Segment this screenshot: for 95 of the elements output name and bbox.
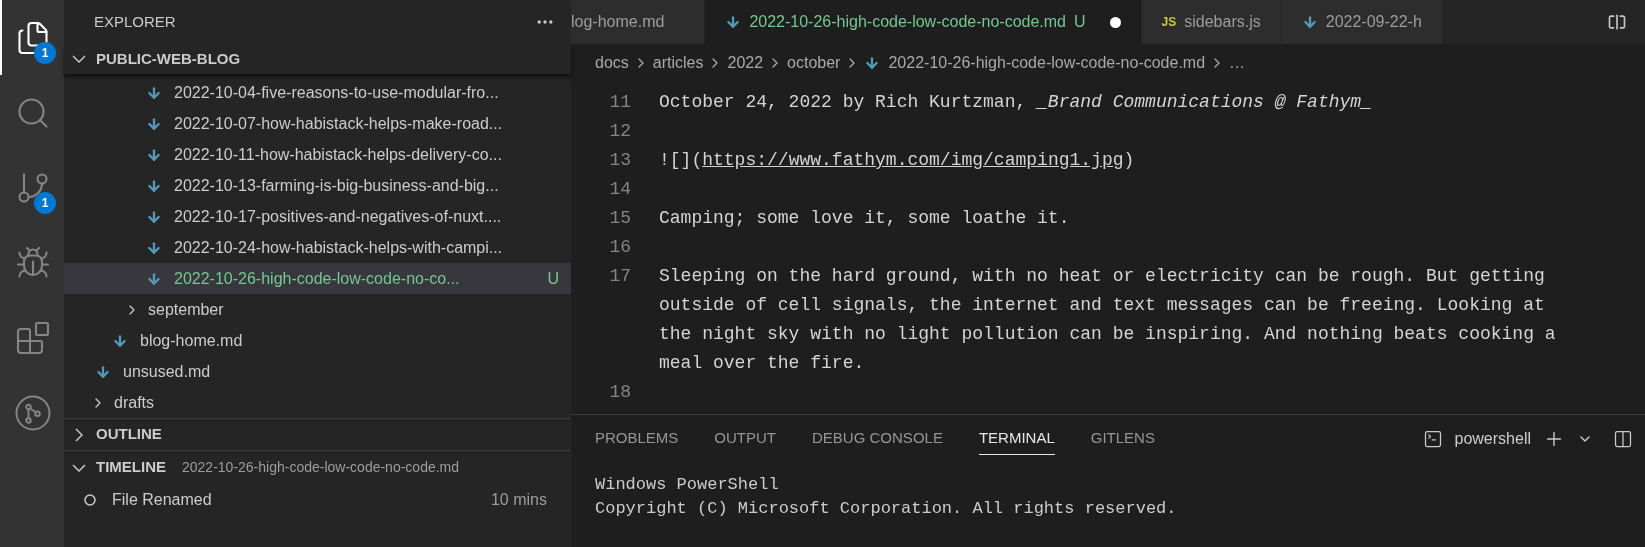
tab-label: sidebars.js bbox=[1184, 12, 1261, 32]
file-name: 2022-10-26-high-code-low-code-no-co... bbox=[174, 268, 460, 289]
timeline-entry[interactable]: File Renamed 10 mins bbox=[64, 484, 571, 516]
line-number: 17 bbox=[608, 265, 632, 288]
split-editor-icon[interactable] bbox=[1607, 12, 1627, 32]
line-number: 11 bbox=[608, 91, 632, 114]
file-row[interactable]: 2022-10-04-five-reasons-to-use-modular-fro... bbox=[64, 77, 571, 108]
panel-tab[interactable]: DEBUG CONSOLE bbox=[812, 423, 943, 455]
split-terminal-icon[interactable] bbox=[1613, 429, 1633, 449]
file-name: 2022-10-11-how-habistack-helps-delivery-co... bbox=[174, 144, 502, 165]
folder-row[interactable]: drafts bbox=[64, 387, 571, 418]
line-number: 15 bbox=[608, 207, 632, 230]
section-header[interactable]: PUBLIC-WEB-BLOG bbox=[64, 44, 571, 74]
file-name: unsused.md bbox=[123, 361, 211, 382]
terminal-line: Copyright (C) Microsoft Corporation. All rights reserved. bbox=[595, 498, 1178, 520]
timeline-label: File Renamed bbox=[112, 490, 212, 510]
timeline-file-name: 2022-10-26-high-code-low-code-no-code.md bbox=[182, 458, 460, 477]
panel-tab[interactable]: TERMINAL bbox=[978, 423, 1055, 455]
file-row[interactable]: 2022-10-24-how-habistack-helps-with-campi... bbox=[64, 232, 571, 263]
terminal-icon bbox=[1422, 429, 1443, 449]
file-row[interactable]: 2022-10-26-high-code-low-code-no-co... U bbox=[64, 263, 571, 294]
line-number: 18 bbox=[608, 381, 632, 404]
file-name: 2022-10-04-five-reasons-to-use-modular-fro... bbox=[174, 82, 499, 103]
file-row[interactable]: 2022-10-11-how-habistack-helps-delivery-co... bbox=[64, 139, 571, 170]
down-arrow-icon bbox=[146, 84, 162, 101]
down-arrow-icon bbox=[146, 146, 162, 163]
run-debug-icon bbox=[15, 244, 51, 281]
down-arrow-icon bbox=[725, 14, 742, 30]
line-number: 16 bbox=[608, 236, 632, 259]
down-arrow-icon bbox=[146, 177, 162, 194]
code-line: Sleeping on the hard ground, with no heat or electricity can be rough. But getting outside of cell signals, the internet and text messages can be freeing. Looking at the night sky with no light pollution can be inspiring. And nothing beats cooking a meal over the fire. bbox=[659, 266, 1557, 373]
breadcrumb-item[interactable]: 2022-10-26-high-code-low-code-no-code.md bbox=[888, 51, 1206, 75]
section-header[interactable]: TIMELINE 2022-10-26-high-code-low-code-no-code.md bbox=[64, 450, 571, 484]
sidebar-title: EXPLORER bbox=[94, 11, 176, 32]
code-line: Camping; some love it, some loathe it. bbox=[659, 208, 1070, 228]
down-arrow-icon bbox=[146, 239, 162, 256]
breadcrumb-item[interactable]: october bbox=[787, 51, 841, 75]
down-arrow-icon bbox=[95, 363, 111, 380]
tab-label: log-home.md bbox=[571, 12, 665, 32]
status-letter: U bbox=[547, 268, 559, 289]
editor-tab[interactable]: JS sidebars.js bbox=[1141, 0, 1282, 44]
panel-tab[interactable]: OUTPUT bbox=[714, 423, 777, 455]
folder-row[interactable]: september bbox=[64, 294, 571, 325]
file-name: blog-home.md bbox=[140, 330, 243, 351]
terminal-name[interactable]: powershell bbox=[1454, 427, 1531, 451]
panel-tab[interactable]: PROBLEMS bbox=[595, 423, 679, 455]
circle-icon bbox=[84, 494, 96, 506]
code-link[interactable]: https://www.fathym.com/img/camping1.jpg bbox=[702, 150, 1124, 170]
down-arrow-icon bbox=[146, 208, 162, 225]
extensions-icon bbox=[15, 319, 51, 356]
files-icon bbox=[15, 19, 51, 56]
file-row[interactable]: 2022-10-17-positives-and-negatives-of-nuxt.... bbox=[64, 201, 571, 232]
timeline-time: 10 mins bbox=[490, 490, 547, 510]
file-name: 2022-10-13-farming-is-big-business-and-big... bbox=[174, 175, 499, 196]
section-title: PUBLIC-WEB-BLOG bbox=[96, 48, 241, 69]
count-badge: 1 bbox=[34, 42, 56, 64]
file-name: 2022-10-07-how-habistack-helps-make-road... bbox=[174, 113, 503, 134]
line-number: 14 bbox=[608, 178, 632, 201]
code-line: ) bbox=[1123, 150, 1135, 170]
file-name: 2022-10-17-positives-and-negatives-of-nuxt.... bbox=[174, 206, 502, 227]
file-row[interactable]: 2022-10-07-how-habistack-helps-make-road... bbox=[64, 108, 571, 139]
down-arrow-icon bbox=[146, 115, 162, 132]
file-name: 2022-10-24-how-habistack-helps-with-campi... bbox=[174, 237, 503, 258]
section-title: OUTLINE bbox=[96, 424, 162, 445]
editor-tab[interactable]: 2022-10-26-high-code-low-code-no-code.md U bbox=[705, 0, 1142, 44]
down-arrow-icon bbox=[1301, 14, 1318, 30]
tab-label: 2022-09-22-h bbox=[1325, 12, 1422, 32]
editor-tab[interactable]: log-home.md bbox=[571, 0, 706, 44]
line-number: 12 bbox=[608, 120, 632, 143]
activity-button[interactable]: 1 bbox=[0, 150, 64, 225]
file-row[interactable]: 2022-10-13-farming-is-big-business-and-big... bbox=[64, 170, 571, 201]
section-header[interactable]: OUTLINE bbox=[64, 418, 571, 450]
line-number: 13 bbox=[608, 149, 632, 172]
file-name: drafts bbox=[114, 392, 154, 413]
terminal-line: Windows PowerShell bbox=[595, 474, 780, 496]
panel-tab[interactable]: GITLENS bbox=[1090, 423, 1155, 455]
js-icon: JS bbox=[1161, 13, 1177, 31]
breadcrumb-item[interactable]: docs bbox=[595, 51, 629, 75]
down-arrow-icon bbox=[112, 332, 128, 349]
git-graph-icon bbox=[15, 394, 51, 431]
section-title: TIMELINE bbox=[96, 457, 166, 478]
breadcrumb-item[interactable]: articles bbox=[652, 51, 704, 75]
file-name: september bbox=[148, 299, 224, 320]
code-line: ![]( bbox=[659, 150, 703, 170]
code-line: October 24, 2022 by Rich Kurtzman, _Brand Communications @ Fathym_ bbox=[659, 92, 1372, 112]
count-badge: 1 bbox=[34, 192, 56, 214]
file-row[interactable]: blog-home.md bbox=[64, 325, 571, 356]
tab-label: 2022-10-26-high-code-low-code-no-code.md bbox=[749, 12, 1066, 32]
down-arrow-icon bbox=[864, 55, 881, 71]
breadcrumb-item[interactable]: … bbox=[1229, 51, 1246, 75]
status-letter: U bbox=[1074, 12, 1086, 32]
breadcrumb-item[interactable]: 2022 bbox=[727, 51, 764, 75]
down-arrow-icon bbox=[146, 270, 162, 287]
file-row[interactable]: unsused.md bbox=[64, 356, 571, 387]
editor-tab[interactable]: 2022-09-22-h bbox=[1281, 0, 1443, 44]
